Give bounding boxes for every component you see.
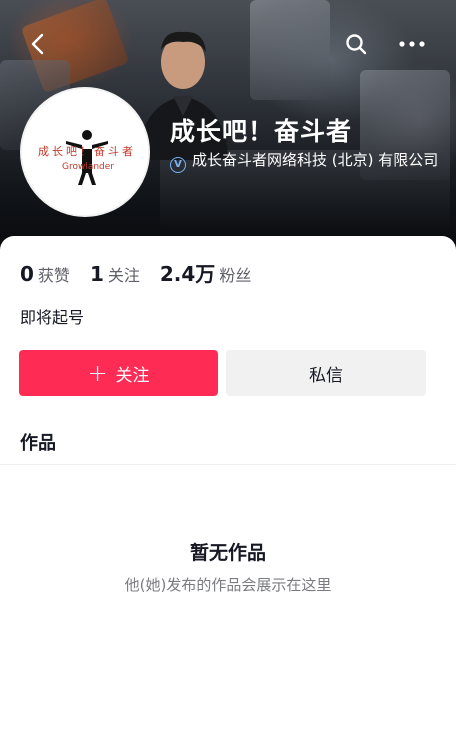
search-button[interactable]: [340, 28, 372, 60]
search-icon: [346, 34, 367, 55]
top-navigation-bar: [0, 0, 456, 84]
avatar-logo-text: 成长吧！奋斗者: [38, 144, 136, 158]
empty-state-title: 暂无作品: [189, 542, 266, 564]
profile-stats: 0 获赞 1 关注 2.4万 粉丝: [20, 258, 271, 287]
stat-following[interactable]: 1 关注: [90, 262, 140, 286]
profile-avatar[interactable]: 成长吧！奋斗者 Growlander: [20, 87, 150, 217]
section-divider: [0, 464, 456, 465]
stat-following-value: 1: [89, 262, 104, 286]
message-button-label: 私信: [309, 365, 343, 386]
stat-likes-value: 0: [20, 262, 34, 286]
avatar-logo-subtext: Growlander: [62, 162, 114, 172]
profile-card: 0 获赞 1 关注 2.4万 粉丝 即将起号 + 关注 私信 作品 暂无作品 他…: [0, 236, 456, 754]
verification-text: 成长奋斗者网络科技 (北京) 有限公司: [192, 151, 439, 169]
empty-state-subtitle: 他(她)发布的作品会展示在这里: [124, 576, 332, 594]
stat-following-label: 关注: [107, 266, 140, 285]
follow-button-label: 关注: [115, 365, 150, 386]
stat-likes[interactable]: 0 获赞: [20, 262, 70, 286]
plus-icon: +: [87, 359, 108, 387]
verified-badge-icon: V: [170, 157, 186, 173]
message-button[interactable]: 私信: [226, 350, 426, 396]
more-horizontal-icon: [399, 41, 425, 47]
verification-row: V 成长奋斗者网络科技 (北京) 有限公司: [170, 150, 440, 173]
profile-name: 成长吧！奋斗者: [170, 117, 353, 146]
stat-followers-label: 粉丝: [219, 266, 252, 285]
avatar-logo-image: 成长吧！奋斗者 Growlander: [22, 89, 148, 215]
back-button[interactable]: [22, 28, 54, 60]
chevron-left-icon: [31, 33, 44, 55]
stat-followers[interactable]: 2.4万 粉丝: [160, 258, 251, 287]
tab-works[interactable]: 作品: [20, 429, 56, 455]
more-button[interactable]: [394, 28, 430, 60]
stat-likes-label: 获赞: [37, 266, 70, 285]
stat-followers-value: 2.4万: [159, 262, 216, 286]
profile-bio: 即将起号: [20, 308, 85, 327]
follow-button[interactable]: + 关注: [19, 350, 218, 396]
